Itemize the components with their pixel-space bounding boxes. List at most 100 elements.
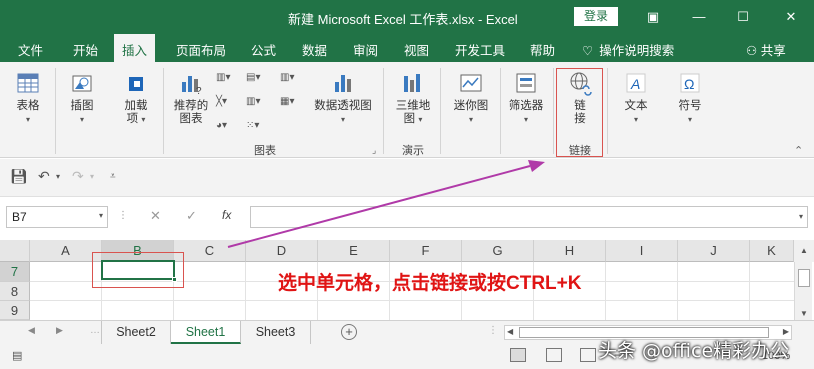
tab-insert[interactable]: 插入 xyxy=(114,34,156,62)
share-button[interactable]: ⚇ 共享 xyxy=(746,40,786,59)
globe-map-icon xyxy=(404,74,420,92)
table-icon xyxy=(17,73,39,93)
enter-icon[interactable]: ✓ xyxy=(186,208,197,224)
column-header[interactable]: K xyxy=(750,240,794,262)
addins-label-2: 项 xyxy=(126,113,139,125)
insert-function-icon[interactable]: fx xyxy=(222,208,231,222)
sheet-tab-sheet2[interactable]: Sheet2 xyxy=(101,321,171,344)
link-highlight-box xyxy=(556,68,603,157)
tab-review[interactable]: 审阅 xyxy=(353,40,378,59)
more-sheets-icon[interactable]: … xyxy=(90,325,100,336)
instruction-caption: 选中单元格，点击链接或按CTRL+K xyxy=(278,273,582,294)
redo-icon[interactable]: ↷ xyxy=(72,168,84,185)
select-all-corner[interactable] xyxy=(0,240,30,262)
sheet-tab-sheet3[interactable]: Sheet3 xyxy=(241,321,311,344)
addins-button[interactable]: 加载 项 ▾ xyxy=(118,70,154,126)
scroll-right-icon[interactable]: ▶ xyxy=(783,327,789,336)
scroll-down-icon[interactable]: ▼ xyxy=(800,309,808,318)
collapse-ribbon-icon[interactable]: ⌃ xyxy=(794,144,803,157)
svg-text:Ω: Ω xyxy=(684,76,694,92)
next-sheet-icon[interactable]: ▶ xyxy=(56,325,63,336)
row-header[interactable]: 9 xyxy=(0,301,30,320)
save-icon[interactable]: 💾︎ xyxy=(10,168,28,185)
scroll-left-icon[interactable]: ◀ xyxy=(507,327,513,336)
tab-home[interactable]: 开始 xyxy=(73,40,98,59)
svg-text:A: A xyxy=(630,76,640,92)
line-chart-icon[interactable]: ╳▾ xyxy=(216,96,227,107)
column-header[interactable]: I xyxy=(606,240,678,262)
sign-in-button[interactable]: 登录 xyxy=(574,7,618,26)
scroll-up-icon[interactable]: ▲ xyxy=(794,240,814,262)
illustrations-button[interactable]: 插图 ▾ xyxy=(64,70,100,126)
customize-qat-icon[interactable]: ⩡ xyxy=(110,171,116,182)
prev-sheet-icon[interactable]: ◀ xyxy=(28,325,35,336)
chevron-down-icon: ▾ xyxy=(25,115,30,124)
tab-data[interactable]: 数据 xyxy=(302,40,327,59)
column-header[interactable]: G xyxy=(462,240,534,262)
recommended-charts-button[interactable]: ? 推荐的 图表 xyxy=(170,70,212,126)
undo-icon[interactable]: ↶ xyxy=(38,168,50,185)
share-label: 共享 xyxy=(760,44,786,58)
tell-me-search[interactable]: ♡ 操作说明搜索 xyxy=(582,40,674,59)
chevron-down-icon: ▾ xyxy=(798,212,803,221)
recommended-label-2: 图表 xyxy=(179,113,203,125)
tab-file[interactable]: 文件 xyxy=(18,40,43,59)
column-header[interactable]: J xyxy=(678,240,750,262)
column-chart-icon[interactable]: ▥▾ xyxy=(216,72,230,83)
title-bar: 新建 Microsoft Excel 工作表.xlsx - Excel 登录 ▣… xyxy=(0,0,814,34)
column-header[interactable]: E xyxy=(318,240,390,262)
3d-map-button[interactable]: 三维地 图 ▾ xyxy=(392,70,434,126)
add-sheet-button[interactable]: + xyxy=(341,324,357,340)
cell-highlight-box xyxy=(92,252,184,288)
row-header[interactable]: 7 xyxy=(0,262,30,282)
table-button[interactable]: 表格 ▾ xyxy=(10,70,46,126)
page-break-view-icon[interactable] xyxy=(580,348,596,362)
tab-page-layout[interactable]: 页面布局 xyxy=(176,40,226,59)
chevron-down-icon[interactable]: ▾ xyxy=(56,172,60,181)
ribbon-display-options-icon[interactable]: ▣ xyxy=(642,6,664,28)
normal-view-icon[interactable] xyxy=(510,348,526,362)
tab-help[interactable]: 帮助 xyxy=(530,40,555,59)
scatter-chart-icon[interactable]: ⁙▾ xyxy=(246,120,259,131)
symbols-button[interactable]: Ω 符号 ▾ xyxy=(668,70,712,126)
column-header[interactable]: H xyxy=(534,240,606,262)
column-header[interactable]: F xyxy=(390,240,462,262)
hierarchy-chart-icon[interactable]: ▤▾ xyxy=(246,72,260,83)
statistic-chart-icon[interactable]: ▥▾ xyxy=(246,96,260,107)
row-header[interactable]: 8 xyxy=(0,282,30,301)
recommended-charts-icon: ? xyxy=(182,76,202,96)
column-header[interactable]: C xyxy=(174,240,246,262)
close-icon[interactable]: ✕ xyxy=(780,6,802,28)
sparklines-button[interactable]: 迷你图 ▾ xyxy=(449,70,493,126)
splitter-icon[interactable]: ⋮ xyxy=(118,210,128,221)
sheet-tab-sheet1[interactable]: Sheet1 xyxy=(171,321,241,344)
waterfall-chart-icon[interactable]: ▥▾ xyxy=(280,72,294,83)
scroll-thumb[interactable] xyxy=(798,269,810,287)
filters-button[interactable]: 筛选器 ▾ xyxy=(505,70,547,126)
svg-text:?: ? xyxy=(196,86,202,96)
dialog-launcher-icon[interactable]: ⌟ xyxy=(372,145,376,156)
name-box-value: B7 xyxy=(12,210,27,224)
divider xyxy=(163,68,164,154)
combo-chart-icon[interactable]: ▦▾ xyxy=(280,96,294,107)
vertical-scrollbar[interactable]: ▼ xyxy=(794,262,812,320)
tab-formulas[interactable]: 公式 xyxy=(251,40,276,59)
tab-developer[interactable]: 开发工具 xyxy=(455,40,505,59)
splitter-icon[interactable]: ⋮ xyxy=(488,325,498,336)
slicer-icon xyxy=(516,73,536,93)
chevron-down-icon: ▾ xyxy=(418,115,423,124)
pivot-chart-button[interactable]: 数据透视图 ▾ xyxy=(312,70,374,126)
pie-chart-icon[interactable]: ◕▾ xyxy=(216,120,227,131)
minimize-icon[interactable]: — xyxy=(688,6,710,28)
column-header[interactable]: D xyxy=(246,240,318,262)
formula-input[interactable]: ▾ xyxy=(250,206,808,228)
filters-label: 筛选器 xyxy=(508,100,544,112)
page-layout-view-icon[interactable] xyxy=(546,348,562,362)
chevron-down-icon[interactable]: ▾ xyxy=(90,172,94,181)
cancel-icon[interactable]: ✕ xyxy=(150,208,161,224)
addins-label-1: 加载 xyxy=(124,100,148,112)
tab-view[interactable]: 视图 xyxy=(404,40,429,59)
text-button[interactable]: A 文本 ▾ xyxy=(614,70,658,126)
maximize-icon[interactable]: ☐ xyxy=(732,6,754,28)
name-box[interactable]: B7 ▾ xyxy=(6,206,108,228)
